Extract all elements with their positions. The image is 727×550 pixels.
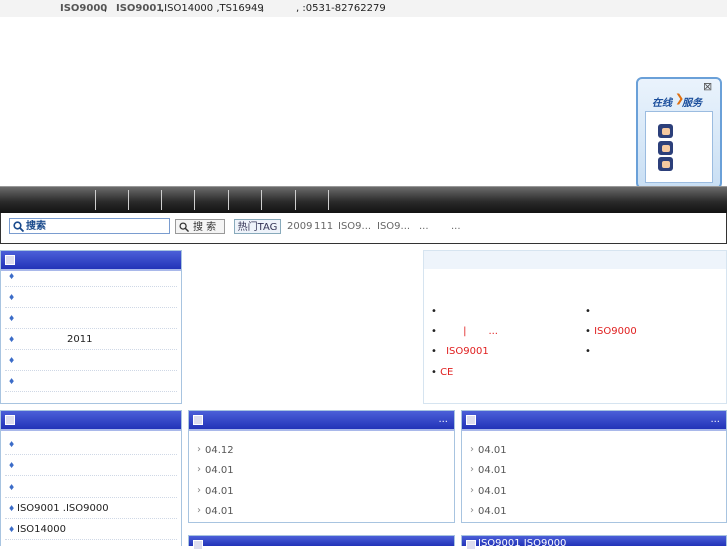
hot-tag-button[interactable]: 热门TAG (234, 219, 281, 234)
chevron-right-icon: › (470, 464, 474, 475)
more-link[interactable]: ... (710, 414, 720, 425)
panel-header: ... (189, 411, 454, 431)
chevron-right-icon: › (197, 444, 201, 455)
search-button-label: 搜 索 (193, 222, 217, 233)
panel-icon (193, 415, 203, 425)
info-item[interactable]: • (431, 306, 437, 317)
list-item[interactable]: ♦ (5, 266, 177, 287)
panel-icon (5, 255, 15, 265)
info-box-header (424, 251, 726, 269)
nav-divider (95, 190, 96, 210)
list-item[interactable]: ♦ (5, 434, 177, 455)
list-item[interactable]: ♦ (5, 308, 177, 329)
top-iso9000: ISO9000 (60, 3, 108, 14)
search-input[interactable]: 搜索 (9, 218, 170, 234)
bottom-panel-2: ISO9001 ISO9000 (461, 535, 727, 550)
bullet-icon: ♦ (8, 335, 16, 344)
top-info-bar: ISO9000 , ISO9001 ,ISO14000 ,TS16949 , ,… (0, 0, 727, 17)
news-panel-2: ... › 04.01 › 04.01 › 04.01 › 04.01 (461, 410, 727, 523)
search-icon (13, 221, 24, 232)
bullet-icon: ♦ (8, 504, 16, 513)
list-item[interactable]: ♦ ISO9001 .ISO9000 (5, 498, 177, 519)
top-sep-1: , (104, 3, 108, 14)
tag-link[interactable]: ... (451, 221, 461, 232)
info-item[interactable]: • |... (431, 326, 498, 337)
list-item[interactable]: ♦ 2011 (5, 329, 177, 350)
tag-link[interactable]: ISO9... (338, 221, 371, 232)
search-bar: 搜索 搜 索 热门TAG 2009 111 ISO9... ISO9... ..… (0, 213, 727, 244)
info-item[interactable]: • ISO9000 (585, 326, 637, 337)
left-panel-2: ♦ ♦ ♦ ♦ ISO9001 .ISO9000 ♦ ISO14000 (0, 410, 182, 546)
list-item[interactable]: ♦ (5, 371, 177, 392)
bullet-icon: ♦ (8, 461, 16, 470)
search-button[interactable]: 搜 索 (175, 219, 225, 234)
list-item[interactable]: ♦ (5, 477, 177, 498)
chevron-right-icon: › (470, 505, 474, 516)
chevron-right-icon: › (470, 485, 474, 496)
bullet-icon: ♦ (8, 377, 16, 386)
bullet-icon: ♦ (8, 440, 16, 449)
tag-link[interactable]: ... (419, 221, 429, 232)
chevron-right-icon: › (197, 485, 201, 496)
tag-link[interactable]: ISO9... (377, 221, 410, 232)
panel-header: ... (462, 411, 726, 431)
panel-title: ISO9001 ISO9000 (478, 538, 567, 549)
bullet-icon: ♦ (8, 272, 16, 281)
nav-divider (261, 190, 262, 210)
info-item[interactable]: • CE (431, 367, 453, 378)
bullet-icon: ♦ (8, 483, 16, 492)
bullet-icon: ♦ (8, 525, 16, 534)
close-icon[interactable]: ⊠ (703, 80, 712, 93)
top-iso9001: ISO9001 (116, 3, 164, 14)
more-link[interactable]: ... (438, 414, 448, 425)
list-item[interactable]: ♦ (5, 287, 177, 308)
panel-icon (466, 540, 476, 550)
agent-avatar-icon[interactable] (658, 124, 673, 138)
info-item[interactable]: • (585, 306, 591, 317)
top-standards: ,ISO14000 ,TS16949 (161, 3, 264, 14)
nav-divider (328, 190, 329, 210)
service-title-a: 在线 (652, 98, 672, 109)
bullet-icon: ♦ (8, 356, 16, 365)
online-service-widget[interactable]: ⊠ 在线 ❯ 服务 (636, 77, 722, 189)
top-sep-2: , (261, 3, 265, 14)
panel-icon (193, 540, 203, 550)
tag-link[interactable]: 2009 (287, 221, 312, 232)
nav-divider (194, 190, 195, 210)
nav-divider (161, 190, 162, 210)
info-item[interactable]: • (585, 346, 591, 357)
search-icon (179, 222, 189, 232)
bullet-icon: ♦ (8, 293, 16, 302)
panel-header (1, 411, 181, 431)
bottom-panel-1 (188, 535, 455, 550)
news-panel-1: ... › 04.12 › 04.01 › 04.01 › 04.01 (188, 410, 455, 523)
panel-icon (466, 415, 476, 425)
agent-avatar-icon[interactable] (658, 157, 673, 171)
service-title-b: 服务 (682, 98, 702, 109)
chevron-right-icon: › (197, 505, 201, 516)
chevron-right-icon: › (470, 444, 474, 455)
chevron-right-icon: › (197, 464, 201, 475)
nav-divider (228, 190, 229, 210)
tag-link[interactable]: 111 (314, 221, 333, 232)
nav-divider (128, 190, 129, 210)
main-nav (0, 186, 727, 214)
list-item[interactable]: ♦ (5, 455, 177, 476)
left-panel-1: ♦ ♦ ♦ ♦ 2011 ♦ ♦ (0, 250, 182, 404)
panel-icon (5, 415, 15, 425)
bullet-icon: ♦ (8, 314, 16, 323)
agent-avatar-icon[interactable] (658, 141, 673, 155)
search-placeholder: 搜索 (26, 221, 46, 232)
nav-divider (295, 190, 296, 210)
info-item[interactable]: • ISO9001 (431, 346, 489, 357)
service-list (645, 111, 713, 183)
info-box: • • |... • ISO9001 • CE • • ISO9000 • (423, 250, 727, 404)
list-item[interactable]: ♦ ISO14000 (5, 519, 177, 540)
list-item[interactable]: ♦ (5, 350, 177, 371)
top-phone: , :0531-82762279 (296, 3, 386, 14)
